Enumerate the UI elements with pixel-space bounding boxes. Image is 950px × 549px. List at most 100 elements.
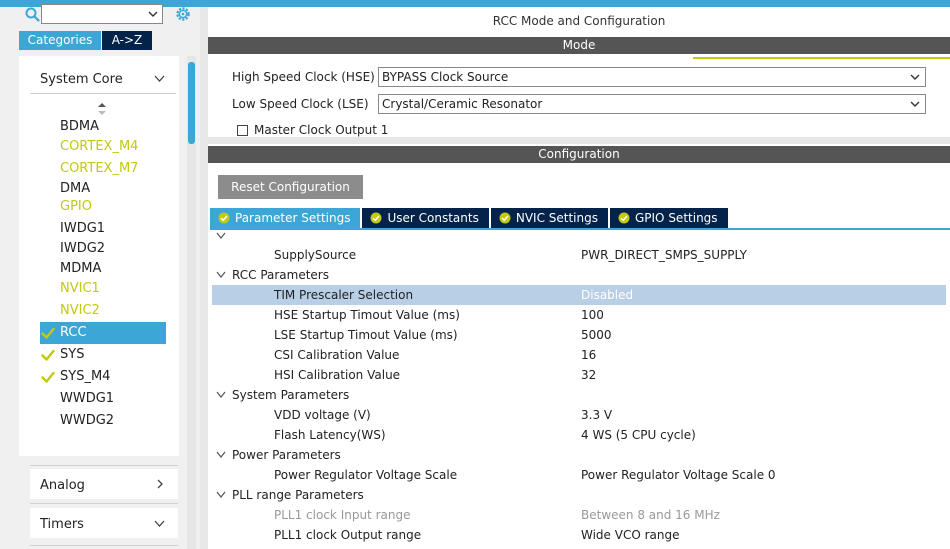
param-name: VDD voltage (V) [274,408,371,422]
divider [30,503,178,504]
param-row-lse-startup[interactable]: LSE Startup Timout Value (ms) 5000 [212,325,946,345]
param-value[interactable]: Power Regulator Voltage Scale 0 [581,465,776,485]
panel-splitter[interactable] [200,7,208,549]
peripheral-label: SYS_M4 [60,369,111,384]
peripheral-label: IWDG1 [60,221,106,236]
peripheral-item-rcc[interactable]: RCC [40,322,166,344]
category-timers[interactable]: Timers [30,508,178,538]
param-name: Power Regulator Voltage Scale [274,468,458,482]
tab-categories[interactable]: Categories [19,31,101,50]
peripheral-item-wwdg2[interactable]: WWDG2 [40,410,166,432]
peripheral-label: RCC [60,325,87,340]
chevron-down-icon [154,520,165,527]
chevron-down-icon[interactable] [216,491,226,499]
mco1-checkbox[interactable] [237,125,248,136]
param-row-supply-source[interactable]: SupplySource PWR_DIRECT_SMPS_SUPPLY [212,245,946,265]
tab-gpio-settings[interactable]: GPIO Settings [609,208,728,228]
param-value[interactable]: Disabled [581,285,633,305]
category-analog-label: Analog [40,478,85,493]
section-divider[interactable] [208,137,950,144]
peripheral-item-cortex_m7[interactable]: CORTEX_M7 [40,158,166,180]
peripheral-item-iwdg2[interactable]: IWDG2 [40,238,166,260]
reset-configuration-button[interactable]: Reset Configuration [218,175,363,199]
search-input[interactable] [41,4,163,24]
gear-icon[interactable] [174,5,192,23]
param-row-csi-calibration[interactable]: CSI Calibration Value 16 [212,345,946,365]
peripheral-label: BDMA [60,119,100,134]
hse-select-value: BYPASS Clock Source [382,70,509,84]
peripheral-item-gpio[interactable]: GPIO [40,196,166,218]
check-icon [41,349,55,361]
peripheral-item-wwdg1[interactable]: WWDG1 [40,388,166,410]
check-circle-icon [370,212,382,224]
check-circle-icon [618,212,630,224]
peripheral-item-nvic2[interactable]: NVIC2 [40,300,166,322]
chevron-down-icon [910,101,920,107]
param-value[interactable]: 16 [581,345,596,365]
param-value[interactable]: 4 WS (5 CPU cycle) [581,425,696,445]
param-row-hse-startup[interactable]: HSE Startup Timout Value (ms) 100 [212,305,946,325]
tab-user-constants-label: User Constants [387,211,479,225]
param-row-vdd-voltage[interactable]: VDD voltage (V) 3.3 V [212,405,946,425]
peripheral-label: IWDG2 [60,241,106,256]
param-value[interactable]: 5000 [581,325,612,345]
chevron-down-icon[interactable] [147,8,159,20]
search-icon[interactable] [25,7,40,22]
hse-label: High Speed Clock (HSE) [232,70,375,84]
tab-nvic-settings[interactable]: NVIC Settings [490,208,608,228]
lse-select[interactable]: Crystal/Ceramic Resonator [378,94,926,114]
lse-label: Low Speed Clock (LSE) [232,97,369,111]
tab-user-constants[interactable]: User Constants [362,208,489,228]
chevron-down-icon[interactable] [216,391,226,399]
page-title: RCC Mode and Configuration [492,14,666,28]
category-analog[interactable]: Analog [30,469,178,499]
param-value[interactable]: PWR_DIRECT_SMPS_SUPPLY [581,245,747,265]
configuration-header: Configuration [208,146,950,163]
section-label: System Parameters [232,388,350,402]
param-value[interactable]: Wide VCO range [581,525,680,545]
tab-parameter-settings[interactable]: Parameter Settings [210,208,361,228]
category-system-core[interactable]: System Core [40,72,123,87]
param-name: PLL1 clock Output range [274,528,422,542]
peripheral-item-sys_m4[interactable]: SYS_M4 [40,366,166,388]
chevron-down-icon[interactable] [153,72,166,85]
param-name: Flash Latency(WS) [274,428,386,442]
accent-line [693,57,950,59]
param-row-pll1-input-range[interactable]: PLL1 clock Input range Between 8 and 16 … [212,505,946,525]
tab-parameter-settings-label: Parameter Settings [235,211,351,225]
tab-a-to-z[interactable]: A->Z [102,31,152,50]
chevron-down-icon[interactable] [216,271,226,279]
chevron-down-icon[interactable] [216,232,226,240]
lse-select-value: Crystal/Ceramic Resonator [382,97,543,111]
peripheral-item-bdma[interactable]: BDMA [40,116,166,138]
peripheral-item-cortex_m4[interactable]: CORTEX_M4 [40,136,166,158]
peripheral-item-iwdg1[interactable]: IWDG1 [40,218,166,240]
param-name: HSI Calibration Value [274,368,401,382]
peripheral-item-sys[interactable]: SYS [40,344,166,366]
hse-select[interactable]: BYPASS Clock Source [378,67,926,87]
param-value[interactable]: 3.3 V [581,405,612,425]
param-name: HSE Startup Timout Value (ms) [274,308,460,322]
param-row-flash-latency[interactable]: Flash Latency(WS) 4 WS (5 CPU cycle) [212,425,946,445]
left-tabs: Categories A->Z [19,31,152,50]
peripheral-item-nvic1[interactable]: NVIC1 [40,278,166,300]
section-label: RCC Parameters [232,268,329,282]
param-name: SupplySource [274,248,357,262]
param-name: TIM Prescaler Selection [274,288,414,302]
param-row-hsi-calibration[interactable]: HSI Calibration Value 32 [212,365,946,385]
param-row-tim-prescaler[interactable]: TIM Prescaler Selection Disabled [212,285,946,305]
category-timers-label: Timers [40,517,84,532]
category-scrollbar-thumb[interactable] [188,62,195,144]
tab-gpio-settings-label: GPIO Settings [634,211,718,225]
mode-header: Mode [208,37,950,54]
sort-icon[interactable] [97,103,107,115]
chevron-down-icon[interactable] [216,451,226,459]
peripheral-label: MDMA [60,261,102,276]
param-value[interactable]: 100 [581,305,604,325]
param-row-power-regulator[interactable]: Power Regulator Voltage Scale Power Regu… [212,465,946,485]
param-value[interactable]: 32 [581,365,596,385]
peripheral-item-mdma[interactable]: MDMA [40,258,166,280]
mco1-label: Master Clock Output 1 [254,123,389,137]
check-icon [41,327,55,339]
param-row-pll1-output-range[interactable]: PLL1 clock Output range Wide VCO range [212,525,946,545]
